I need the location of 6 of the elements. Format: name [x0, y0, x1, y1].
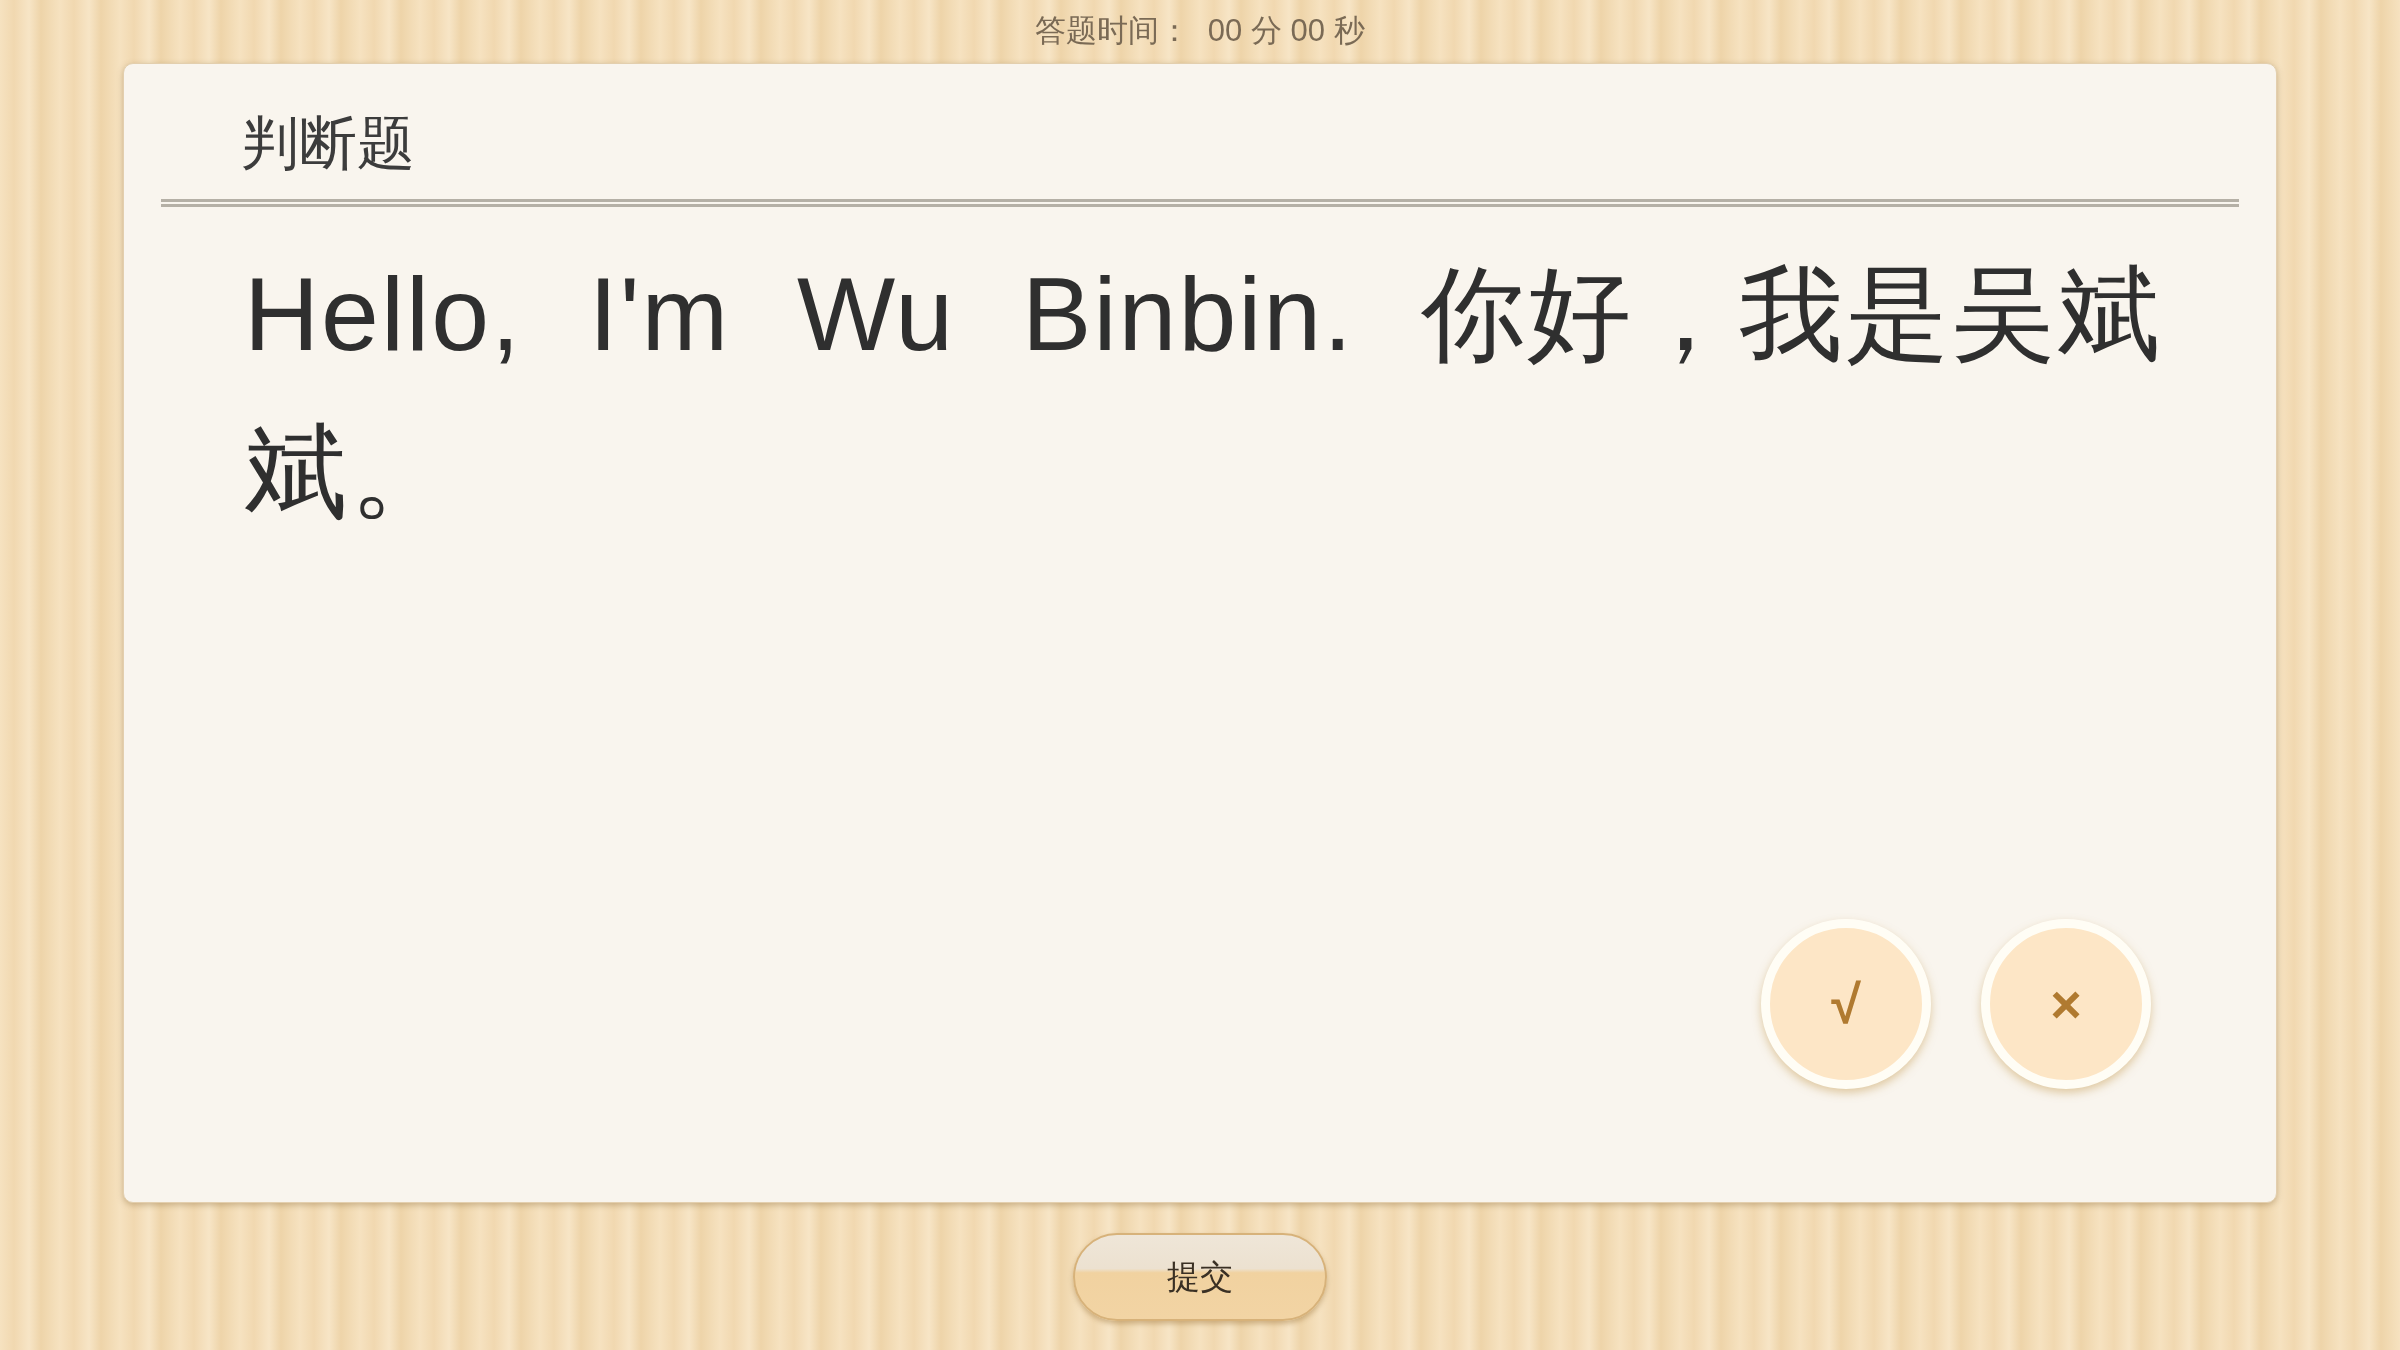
- answer-option-button[interactable]: ×: [1981, 919, 2151, 1089]
- answer-option-button[interactable]: √: [1761, 919, 1931, 1089]
- submit-button[interactable]: 提交: [1073, 1232, 1327, 1321]
- question-type: 判断题: [241, 110, 415, 175]
- answer-timer: 答题时间： 00 分 00 秒: [1035, 12, 1365, 51]
- question-text: Hello, I'm Wu Binbin. 你好，我是吴斌斌。: [244, 255, 2164, 532]
